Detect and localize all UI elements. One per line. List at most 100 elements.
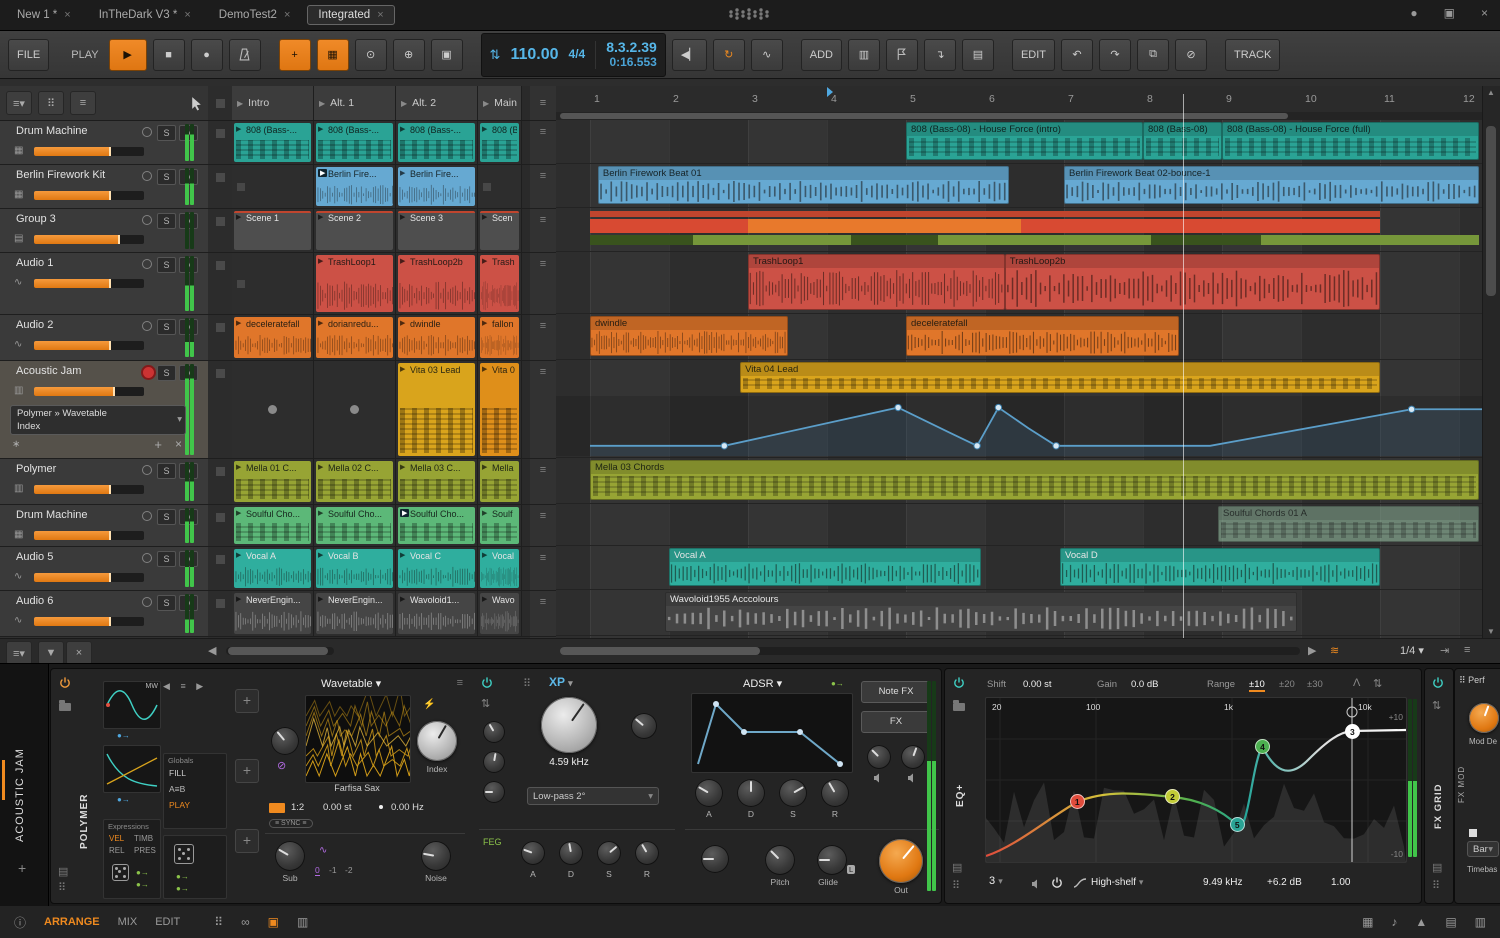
sync-badge[interactable]: ≡ SYNC ≡ [269, 819, 313, 828]
clip-slot[interactable]: ▶ deceleratefall [232, 315, 314, 360]
clip-slot[interactable]: ▶ Vocal B [314, 547, 396, 590]
eq-band-count[interactable]: 3 ▾ [989, 875, 1003, 887]
clip-play-icon[interactable]: ▶ [318, 463, 323, 471]
polymer-list-icon[interactable]: ▤ [58, 865, 68, 878]
arranger-lane-polymer-6[interactable]: Mella 03 Chords [556, 458, 1482, 504]
clip-slot[interactable] [478, 165, 522, 208]
clip-play-icon[interactable]: ▶ [482, 213, 487, 221]
sub-oct-2[interactable]: -2 [345, 865, 353, 875]
mixer-panel-icon[interactable]: ▥ [1475, 915, 1486, 929]
clip-slot[interactable] [314, 361, 396, 458]
launcher-clip[interactable]: ▶ Berlin Fire... [398, 167, 475, 206]
stop-clips-button[interactable] [215, 217, 225, 226]
index-knob[interactable] [417, 721, 457, 761]
track-menu-icon[interactable]: ≡ [540, 214, 546, 226]
filter-swap-icon[interactable]: ⇅ [481, 697, 490, 710]
clip-slot[interactable]: ▶ Mella 01 C... [232, 459, 314, 504]
monitor-button[interactable] [142, 597, 152, 607]
fxgrid-power-icon[interactable] [1432, 677, 1444, 689]
filter-mod2-knob[interactable] [483, 751, 505, 773]
solo-button[interactable]: S [157, 365, 176, 381]
clip-slot[interactable]: ▶ Berlin Fire... [314, 165, 396, 208]
fxgrid-swap-icon[interactable]: ⇅ [1432, 699, 1441, 712]
clip-slot[interactable]: ▶ Soulful Cho... [232, 505, 314, 546]
zoom-level-label[interactable]: 1/4 ▾ [1400, 644, 1424, 657]
clip-slot[interactable]: ▶ Scene 1 [232, 209, 314, 252]
launcher-clip[interactable]: ▶ Berlin Fire... [316, 167, 393, 206]
arranger-lane-acoustic-jam-5[interactable]: Vita 04 Lead [556, 360, 1482, 458]
cutoff-knob[interactable] [541, 697, 597, 753]
clip-play-icon[interactable]: ▶ [400, 365, 405, 373]
clip-slot[interactable]: ▶ Vita 0 [478, 361, 522, 458]
solo-button[interactable]: S [157, 463, 176, 479]
clip-slot[interactable]: ▶ Vocal [478, 547, 522, 590]
arranger-clip-vocal-a[interactable]: Vocal A [669, 548, 982, 586]
expr-mod-arrow-icon[interactable]: ●→ [136, 868, 149, 877]
clip-play-icon[interactable]: ▶ [236, 213, 241, 221]
wt-semitone-value[interactable]: 0.00 st [323, 802, 352, 813]
close-tab-icon[interactable]: × [184, 9, 190, 21]
scene-play-icon[interactable]: ▶ [319, 99, 325, 108]
launcher-clip[interactable]: ▶ Scene 2 [316, 211, 393, 250]
eq-band-node-4[interactable]: 4 [1254, 738, 1270, 754]
add-menu-button[interactable]: ADD [800, 38, 842, 71]
volume-slider[interactable] [34, 531, 144, 540]
project-tab-new-1-[interactable]: New 1 * × [6, 5, 82, 25]
project-tab-integrated[interactable]: Integrated × [307, 5, 395, 25]
volume-slider[interactable] [34, 485, 144, 494]
feg-s-knob[interactable] [597, 841, 621, 865]
clip-play-icon[interactable]: ▶ [318, 595, 323, 603]
expr-pres[interactable]: PRES [134, 846, 156, 855]
scene-header-alt-1[interactable]: ▶ Alt. 1 [314, 86, 396, 120]
pointer-tool-icon[interactable] [191, 96, 202, 111]
scene-play-icon[interactable]: ▶ [401, 99, 407, 108]
arrange-view-button[interactable]: ARRANGE [44, 916, 100, 928]
launcher-clip[interactable]: ▶ Vocal A [234, 549, 311, 588]
loop-button[interactable]: ↻ [712, 38, 745, 71]
clip-slot[interactable] [232, 253, 314, 314]
adsr-graph[interactable] [691, 693, 853, 773]
clip-slot[interactable]: ▶ Wavo [478, 591, 522, 636]
close-tab-icon[interactable]: × [284, 9, 290, 21]
note-fx-tab[interactable]: Note FX [861, 681, 931, 703]
track-menu-icon[interactable]: ≡ [540, 596, 546, 608]
arranger-scrollbar[interactable] [560, 647, 1300, 655]
wavetable-title[interactable]: Wavetable ▾ [321, 677, 381, 690]
track-header-acoustic-jam-5[interactable]: Acoustic JamSM▥Polymer » WavetableIndex▾… [0, 361, 208, 459]
redo-button[interactable]: ↷ [1099, 38, 1132, 71]
volume-slider[interactable] [34, 279, 144, 288]
launcher-clip[interactable]: ▶ Vocal B [316, 549, 393, 588]
track-header-audio-1-3[interactable]: Audio 1SM∿ [0, 253, 208, 315]
clip-slot[interactable]: ▶ TrashLoop2b [396, 253, 478, 314]
clip-play-icon[interactable]: ▶ [482, 463, 487, 471]
expr-rel[interactable]: REL [109, 846, 125, 855]
project-panel-icon[interactable]: ▦ [1362, 915, 1373, 929]
launcher-clip[interactable]: ▶ deceleratefall [234, 317, 311, 358]
clip-slot[interactable]: ▶ NeverEngin... [314, 591, 396, 636]
eq-shift-value[interactable]: 0.00 st [1023, 679, 1052, 690]
osc-b-mod-arrow-icon[interactable]: ●→ [117, 795, 130, 804]
clip-slot[interactable]: ▶ Scene 3 [396, 209, 478, 252]
launcher-overdub-button[interactable]: ▦ [316, 38, 349, 71]
feg-r-knob[interactable] [635, 841, 659, 865]
overdub-button[interactable]: ⊕ [392, 38, 425, 71]
dual-display-icon[interactable]: ⠿ [214, 915, 223, 929]
track-header-drum-machine-7[interactable]: Drum MachineSM▦ [0, 505, 208, 547]
launcher-scrollbar[interactable] [226, 647, 334, 655]
track-header-polymer-6[interactable]: PolymerSM▥ [0, 459, 208, 505]
clip-play-icon[interactable]: ▶ [482, 365, 487, 373]
playback-start-marker[interactable] [827, 87, 833, 97]
clip-play-icon[interactable]: ▶ [482, 125, 487, 133]
track-list-menu-icon[interactable]: ≡▾ [6, 91, 32, 115]
notefx-send-knob[interactable] [867, 745, 891, 769]
eq-band-freq[interactable]: 9.49 kHz [1203, 877, 1242, 888]
eq-band-mute-icon[interactable] [1031, 879, 1043, 889]
track-menu-icon[interactable]: ≡ [540, 258, 546, 270]
track-header-berlin-firework-kit-1[interactable]: Berlin Firework KitSM▦ [0, 165, 208, 209]
automation-write-button[interactable]: ⊙ [354, 38, 387, 71]
track-header-audio-2-4[interactable]: Audio 2SM∿ [0, 315, 208, 361]
panel-layout-icon[interactable]: ≡▾ [6, 641, 32, 665]
launcher-clip[interactable]: ▶ dwindle [398, 317, 475, 358]
group-strip[interactable] [748, 219, 1021, 233]
tempo-value[interactable]: 110.00 [510, 46, 558, 64]
